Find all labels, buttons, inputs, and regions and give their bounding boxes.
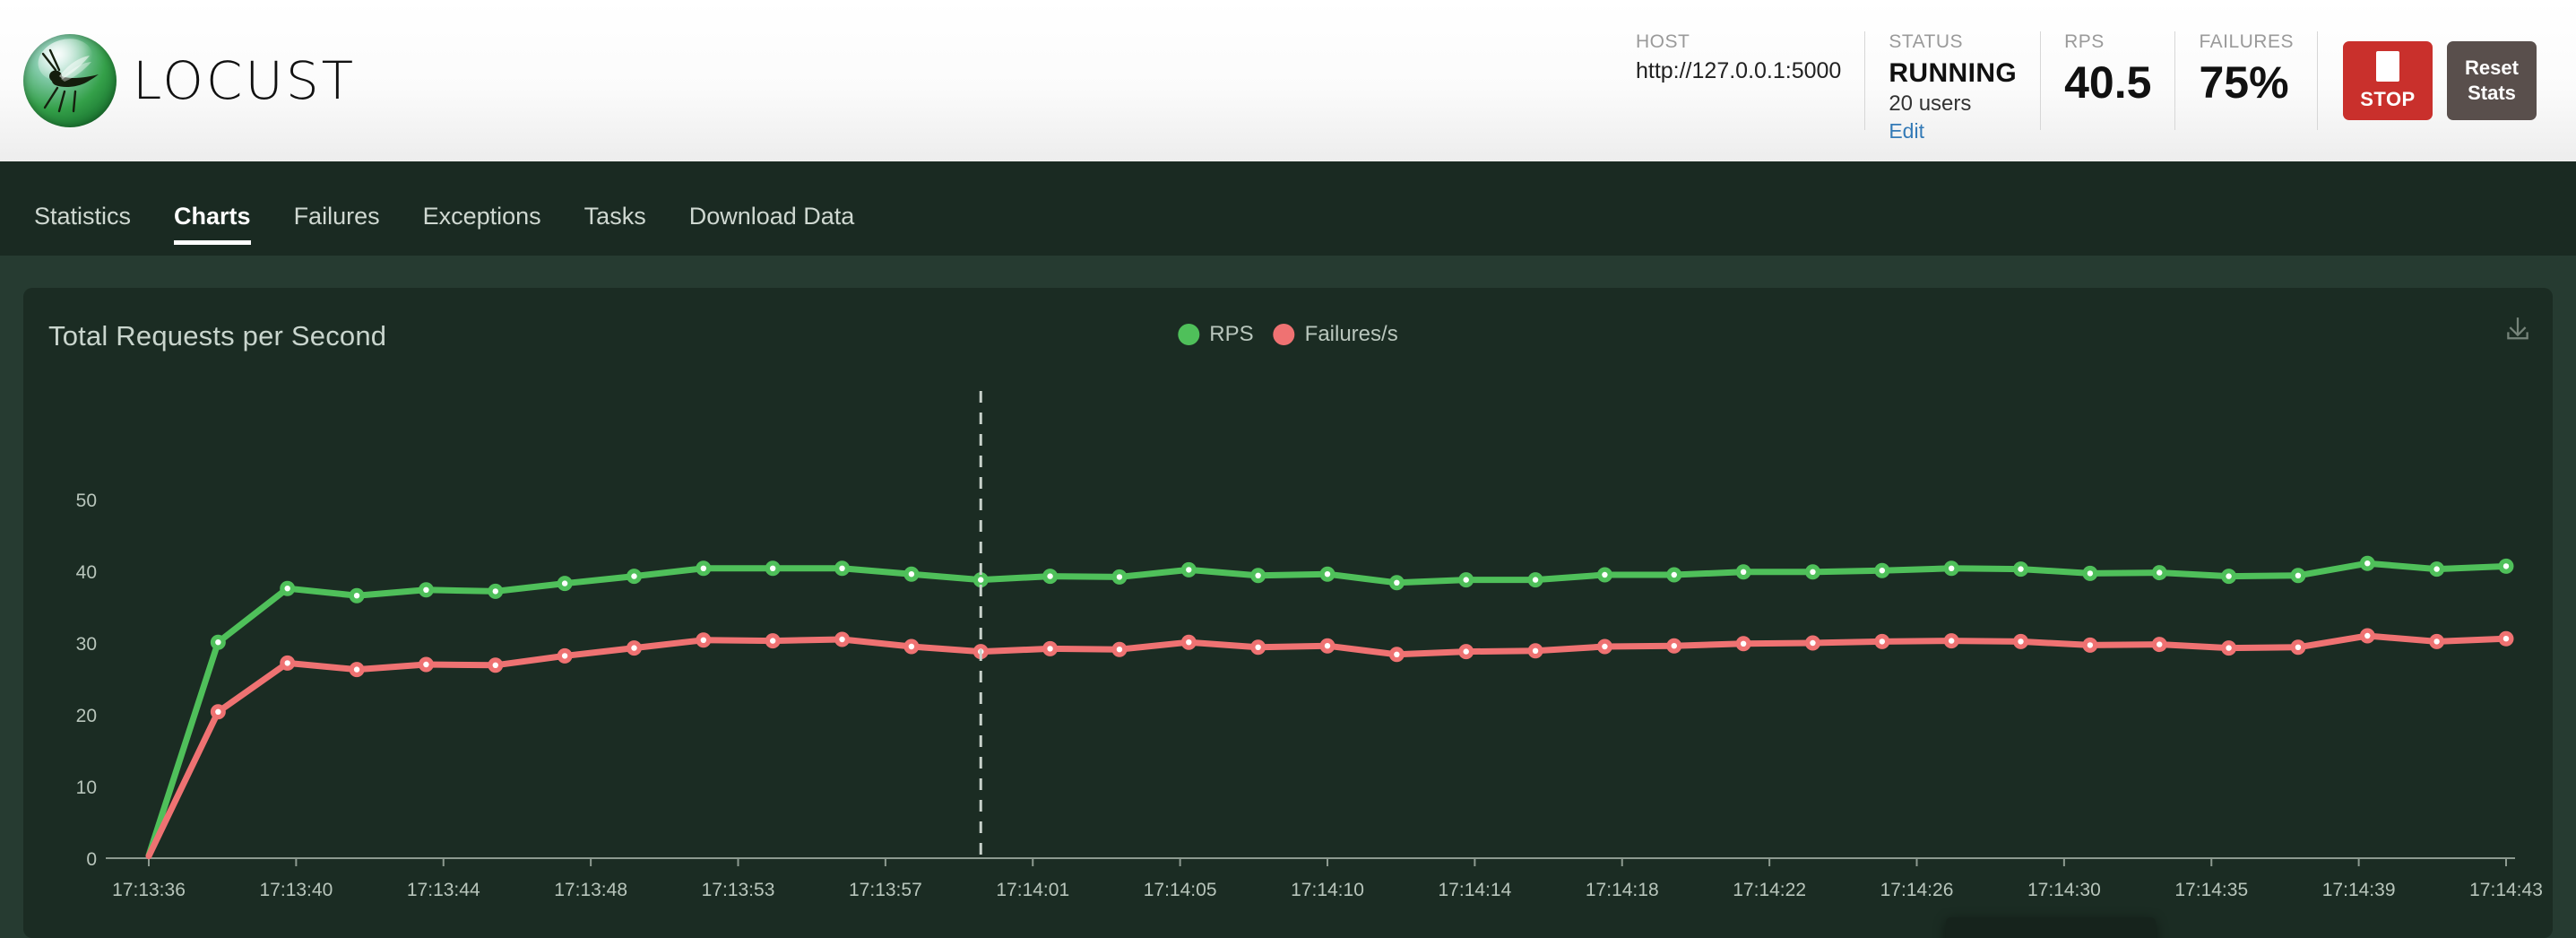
svg-text:30: 30 xyxy=(76,634,97,655)
stat-rps: RPS 40.5 xyxy=(2041,31,2176,130)
tab-charts[interactable]: Charts xyxy=(152,203,272,256)
tooltip-time: 17:14:01 xyxy=(1966,932,2136,938)
stop-button[interactable]: STOP xyxy=(2343,41,2433,120)
page-body: Total Requests per Second RPS Failures/s… xyxy=(0,256,2576,938)
tab-failures[interactable]: Failures xyxy=(272,203,402,256)
svg-text:17:13:36: 17:13:36 xyxy=(112,880,186,900)
svg-text:17:14:30: 17:14:30 xyxy=(2027,880,2101,900)
chart-plot: 0 10 20 30 40 50 17:13:36 17:13:40 17:13:44 17:13… xyxy=(76,391,2543,900)
tab-download-data[interactable]: Download Data xyxy=(668,203,877,256)
svg-text:17:13:48: 17:13:48 xyxy=(554,880,627,900)
svg-text:17:13:57: 17:13:57 xyxy=(849,880,922,900)
svg-text:17:14:01: 17:14:01 xyxy=(996,880,1069,900)
header-actions: STOP Reset Stats xyxy=(2318,31,2537,130)
brand: LOCUST xyxy=(23,34,356,127)
brand-title: LOCUST xyxy=(133,50,357,111)
stop-button-label: STOP xyxy=(2360,87,2416,110)
tab-exceptions[interactable]: Exceptions xyxy=(402,203,563,256)
svg-text:10: 10 xyxy=(76,777,97,798)
svg-text:17:13:40: 17:13:40 xyxy=(260,880,333,900)
svg-text:40: 40 xyxy=(76,562,97,583)
main-nav: Statistics Charts Failures Exceptions Ta… xyxy=(0,161,2576,256)
svg-text:17:13:53: 17:13:53 xyxy=(702,880,775,900)
app-header: LOCUST HOST http://127.0.0.1:5000 STATUS… xyxy=(0,0,2576,161)
stat-rps-value: 40.5 xyxy=(2064,57,2152,108)
stat-host: HOST http://127.0.0.1:5000 xyxy=(1612,31,1866,130)
stat-rps-label: RPS xyxy=(2064,31,2105,52)
stat-host-label: HOST xyxy=(1635,31,1690,52)
locust-logo-icon xyxy=(23,34,117,127)
reset-stats-button[interactable]: Reset Stats xyxy=(2447,41,2537,120)
svg-text:17:13:44: 17:13:44 xyxy=(407,880,480,900)
stat-status: STATUS RUNNING 20 users Edit xyxy=(1865,31,2042,143)
svg-text:20: 20 xyxy=(76,706,97,726)
header-stats: HOST http://127.0.0.1:5000 STATUS RUNNIN… xyxy=(1612,31,2537,143)
tab-tasks[interactable]: Tasks xyxy=(563,203,668,256)
svg-text:17:14:05: 17:14:05 xyxy=(1144,880,1217,900)
stat-status-value: RUNNING xyxy=(1889,58,2018,88)
stat-user-count: 20 users xyxy=(1889,91,1972,116)
svg-text:17:14:14: 17:14:14 xyxy=(1439,880,1512,900)
svg-text:17:14:35: 17:14:35 xyxy=(2174,880,2248,900)
chart-tooltip: 17:14:01 RPS: 38.8 Failures/s: 28.8 User… xyxy=(1946,917,2156,938)
stop-square-icon xyxy=(2376,50,2399,82)
svg-text:17:14:43: 17:14:43 xyxy=(2469,880,2543,900)
stat-failures-label: FAILURES xyxy=(2199,31,2294,52)
stat-failures: FAILURES 75% xyxy=(2175,31,2318,130)
stat-failures-value: 75% xyxy=(2199,57,2289,108)
svg-text:17:14:10: 17:14:10 xyxy=(1291,880,1364,900)
edit-link[interactable]: Edit xyxy=(1889,119,1924,143)
svg-text:17:14:39: 17:14:39 xyxy=(2322,880,2396,900)
svg-text:50: 50 xyxy=(76,491,97,511)
stat-host-value: http://127.0.0.1:5000 xyxy=(1635,58,1842,83)
svg-text:17:14:26: 17:14:26 xyxy=(1880,880,1954,900)
svg-text:17:14:18: 17:14:18 xyxy=(1586,880,1659,900)
svg-text:0: 0 xyxy=(86,849,97,870)
chart-card: Total Requests per Second RPS Failures/s… xyxy=(23,288,2553,938)
stat-status-label: STATUS xyxy=(1889,31,1964,52)
tab-statistics[interactable]: Statistics xyxy=(34,203,152,256)
svg-text:17:14:22: 17:14:22 xyxy=(1733,880,1806,900)
